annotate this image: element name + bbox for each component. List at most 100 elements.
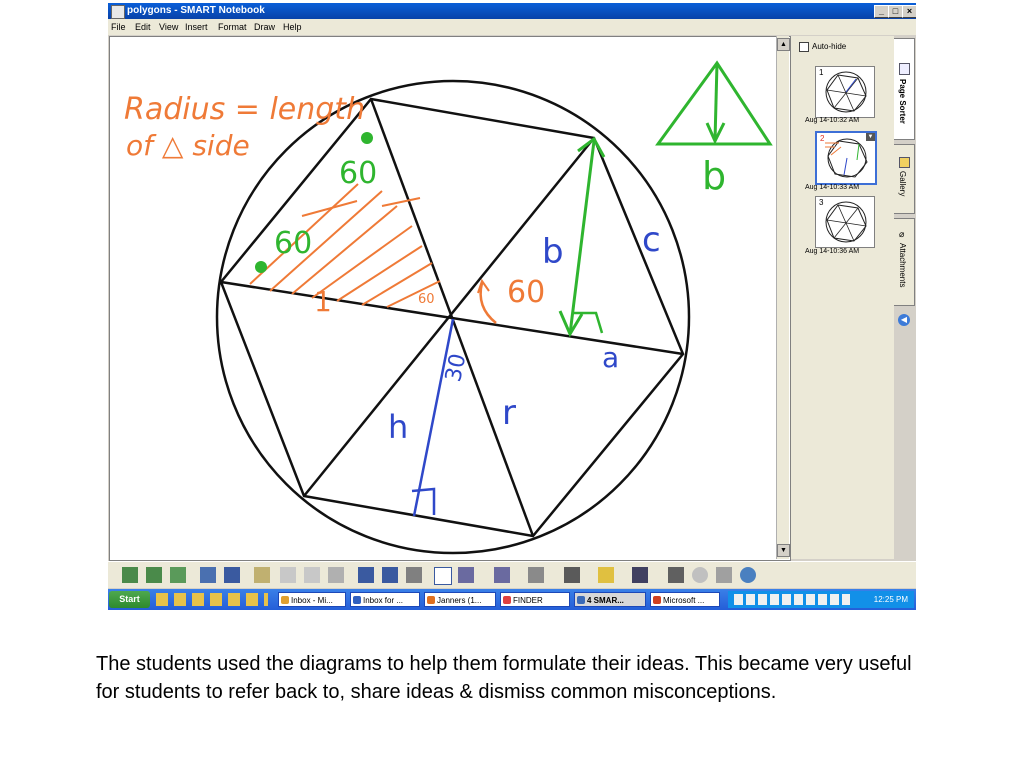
quick-launch-icons[interactable] (156, 593, 268, 606)
system-tray: 12:25 PM (728, 591, 914, 608)
move-toolbar-icon[interactable] (716, 567, 732, 583)
next-page-icon[interactable] (146, 567, 162, 583)
orange-arc-arrow (477, 278, 490, 294)
tab-label: Attachments (898, 243, 907, 288)
label-h: h (388, 408, 408, 446)
slide-caption: The students used the diagrams to help t… (96, 653, 912, 703)
back-arrow-icon[interactable]: ◀ (898, 314, 910, 326)
app-icon (111, 5, 125, 19)
page-thumbnail-1[interactable]: 1 (815, 66, 875, 118)
page-thumbnail-3[interactable]: 3 (815, 196, 875, 248)
creative-pen-icon[interactable] (494, 567, 510, 583)
checkbox-icon[interactable] (799, 42, 809, 52)
paperclip-icon: ⌀ (899, 229, 905, 239)
select-arrow-icon[interactable] (434, 567, 452, 585)
blue-height-line (412, 318, 455, 517)
scroll-down-icon[interactable]: ▼ (777, 544, 790, 557)
finder-icon (503, 596, 511, 604)
radius-note-line2: of △ side (126, 129, 250, 162)
menu-draw[interactable]: Draw (254, 22, 275, 32)
thumbnail-preview (825, 201, 867, 243)
tray-icons[interactable] (734, 594, 850, 605)
green-dot-left (255, 261, 267, 273)
customize-icon[interactable] (740, 567, 756, 583)
green-triangle-height (713, 62, 719, 142)
thumbnail-menu-icon[interactable]: ▼ (866, 133, 875, 141)
line-icon[interactable] (564, 567, 580, 583)
label-r: r (502, 393, 516, 433)
redo-icon[interactable] (304, 567, 320, 583)
menu-help[interactable]: Help (283, 22, 302, 32)
task-label: Microsoft ... (663, 596, 705, 605)
fill-icon[interactable] (692, 567, 708, 583)
smart-icon (577, 596, 585, 604)
firefox-icon (427, 596, 435, 604)
autohide-label: Auto-hide (812, 42, 847, 52)
menu-insert[interactable]: Insert (185, 22, 208, 32)
side-tab-strip: Page Sorter Gallery ⌀ Attachments ◀ (894, 36, 916, 559)
thumbnail-preview (825, 71, 867, 113)
task-microsoft[interactable]: Microsoft ... (650, 592, 720, 607)
label-a: a (602, 341, 619, 374)
title-bar: polygons - SMART Notebook _ □ × (108, 3, 916, 19)
green-dot-top (361, 132, 373, 144)
page-sorter-panel: Auto-hide 1 Aug 14-10:32 AM 2 ▼ Aug 14-1… (791, 36, 894, 559)
previous-page-icon[interactable] (122, 567, 138, 583)
bottom-toolbar (108, 561, 916, 588)
menu-format[interactable]: Format (218, 22, 247, 32)
add-page-icon[interactable] (170, 567, 186, 583)
minimize-button[interactable]: _ (874, 5, 889, 18)
maximize-button[interactable]: □ (888, 5, 903, 18)
save-icon[interactable] (224, 567, 240, 583)
green-apothem (568, 140, 596, 335)
task-smart-notebook[interactable]: 4 SMAR... (574, 592, 646, 607)
window-title: polygons - SMART Notebook (127, 5, 265, 16)
task-label: Inbox - Mi... (291, 596, 333, 605)
tab-page-sorter[interactable]: Page Sorter (894, 38, 915, 140)
angle-60-left: 60 (274, 226, 312, 261)
page-thumbnail-2[interactable]: 2 ▼ (815, 131, 877, 185)
task-inbox-2[interactable]: Inbox for ... (350, 592, 420, 607)
screen-shade-icon[interactable] (358, 567, 374, 583)
task-inbox-1[interactable]: Inbox - Mi... (278, 592, 346, 607)
start-button[interactable]: Start (109, 591, 150, 608)
menu-file[interactable]: File (111, 22, 126, 32)
open-file-icon[interactable] (200, 567, 216, 583)
paste-icon[interactable] (254, 567, 270, 583)
angle-60-top: 60 (339, 156, 377, 191)
task-label: Inbox for ... (363, 596, 404, 605)
shapes-icon[interactable] (598, 567, 614, 583)
angle-30: 30 (441, 352, 471, 385)
task-label: Janners (1... (437, 596, 482, 605)
menu-bar: File Edit View Insert Format Draw Help (108, 19, 916, 35)
whiteboard-canvas[interactable]: Radius = length of △ side 60 60 60 60 1 … (109, 36, 791, 561)
powerpoint-icon (653, 596, 661, 604)
scroll-up-icon[interactable]: ▲ (777, 38, 790, 51)
label-c: c (642, 220, 661, 260)
close-button[interactable]: × (902, 5, 916, 18)
tab-gallery[interactable]: Gallery (894, 144, 915, 214)
full-screen-icon[interactable] (382, 567, 398, 583)
delete-icon[interactable] (328, 567, 344, 583)
capture-icon[interactable] (406, 567, 422, 583)
label-b-center: b (542, 232, 564, 272)
page-date-3: Aug 14-10:36 AM (805, 248, 860, 255)
vertical-scrollbar[interactable]: ▲ ▼ (776, 36, 790, 559)
menu-edit[interactable]: Edit (135, 22, 151, 32)
label-b-triangle: b (702, 154, 726, 198)
text-icon[interactable] (632, 567, 648, 583)
task-janners[interactable]: Janners (1... (424, 592, 496, 607)
menu-view[interactable]: View (159, 22, 178, 32)
task-label: 4 SMAR... (587, 596, 624, 605)
task-finder[interactable]: FINDER (500, 592, 570, 607)
thunderbird-icon (353, 596, 361, 604)
task-label: FINDER (513, 596, 543, 605)
tab-attachments[interactable]: ⌀ Attachments (894, 218, 915, 306)
pen-icon[interactable] (458, 567, 474, 583)
undo-icon[interactable] (280, 567, 296, 583)
properties-icon[interactable] (668, 567, 684, 583)
gallery-icon (899, 157, 910, 168)
autohide-checkbox[interactable]: Auto-hide (799, 42, 846, 52)
eraser-icon[interactable] (528, 567, 544, 583)
radius-note-line1: Radius = length (124, 92, 365, 127)
